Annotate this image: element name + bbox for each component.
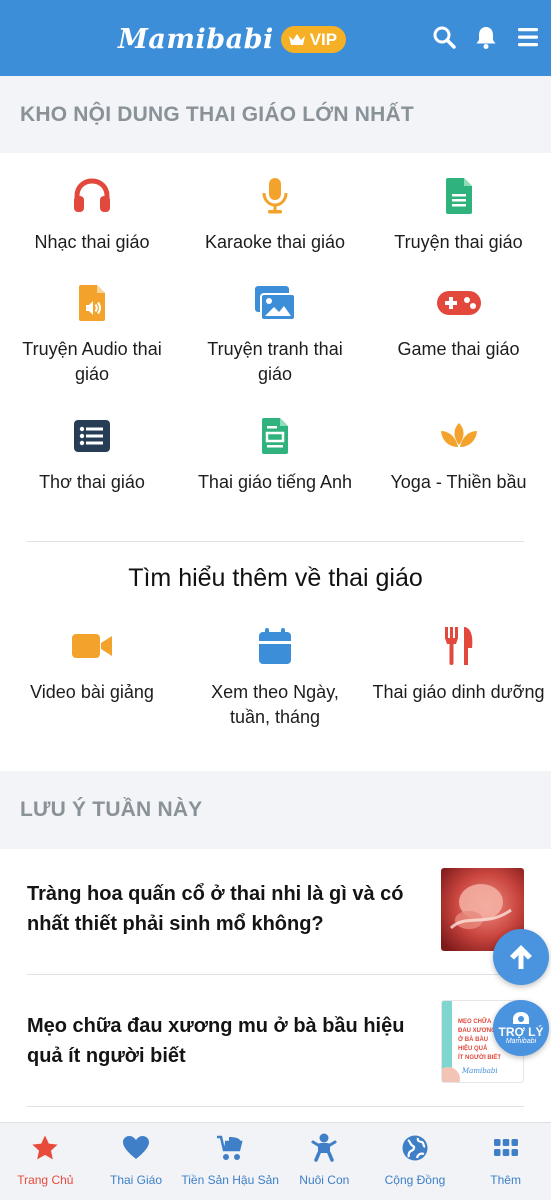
article-item[interactable]: Tràng hoa quấn cổ ở thai nhi là gì và có…: [27, 866, 524, 952]
learn-label: Thai giáo dinh dưỡng: [372, 682, 545, 702]
section-title: KHO NỘI DUNG THAI GIÁO LỚN NHẤT: [20, 102, 414, 126]
utensils-icon: [443, 626, 475, 666]
bell-icon[interactable]: [473, 22, 499, 52]
category-english[interactable]: Thai giáo tiếng Anh: [184, 416, 366, 523]
nav-label: Nuôi Con: [299, 1173, 350, 1187]
file-text-icon: [260, 416, 290, 456]
category-yoga[interactable]: Yoga - Thiền bầu: [366, 416, 551, 523]
learn-video-lectures[interactable]: Video bài giảng: [0, 626, 184, 736]
bottom-navigation: Trang Chủ Thai Giáo Tiền Sản Hậu Sản Nuô…: [0, 1122, 551, 1200]
star-icon: [31, 1133, 59, 1163]
microphone-icon: [261, 176, 289, 216]
list-icon: [73, 416, 111, 456]
thumb-text: ĐAU XƯƠNG: [458, 1028, 496, 1034]
category-poems[interactable]: Thơ thai giáo: [0, 416, 184, 523]
globe-icon: [401, 1133, 429, 1163]
category-label: Truyện thai giáo: [394, 232, 523, 252]
scroll-top-button[interactable]: [493, 929, 549, 985]
article-title: Mẹo chữa đau xương mu ở bà bầu hiệu quả …: [27, 1015, 405, 1067]
article-item[interactable]: Mẹo chữa đau xương mu ở bà bầu hiệu quả …: [27, 998, 524, 1084]
category-karaoke[interactable]: Karaoke thai giáo: [184, 176, 366, 283]
section-header-library: KHO NỘI DUNG THAI GIÁO LỚN NHẤT: [0, 76, 551, 153]
heart-icon: [122, 1133, 150, 1163]
crown-icon: [288, 33, 305, 45]
document-icon: [444, 176, 474, 216]
nav-parenting[interactable]: Nuôi Con: [279, 1123, 370, 1200]
assistant-icon: [513, 1011, 529, 1024]
logo[interactable]: Mamibabi VIP: [118, 24, 347, 55]
category-label: Game thai giáo: [397, 339, 520, 359]
learn-nutrition[interactable]: Thai giáo dinh dưỡng: [366, 626, 551, 736]
learn-more-grid: Video bài giảng Xem theo Ngày, tuần, thá…: [0, 626, 551, 736]
video-camera-icon: [71, 626, 113, 666]
nav-label: Thêm: [490, 1173, 521, 1187]
divider: [27, 1106, 524, 1107]
assistant-button[interactable]: TRỢ LÝ Mamibabi: [493, 1000, 549, 1056]
stroller-icon: [215, 1133, 245, 1163]
nav-community[interactable]: Cộng Đồng: [370, 1123, 461, 1200]
section-header-this-week: LƯU Ý TUẦN NÀY: [0, 771, 551, 849]
thumb-text: HIỆU QUẢ: [458, 1044, 488, 1052]
assistant-label: TRỢ LÝ: [498, 1024, 544, 1039]
gamepad-icon: [436, 283, 482, 323]
vip-label: VIP: [309, 29, 338, 49]
thumb-text: ÍT NGƯỜI BIẾT: [458, 1053, 501, 1061]
section-title: LƯU Ý TUẦN NÀY: [20, 798, 203, 821]
category-label: Karaoke thai giáo: [204, 232, 346, 252]
learn-more-title: Tìm hiểu thêm về thai giáo: [128, 564, 423, 592]
nav-label: Tiền Sản Hậu Sản: [181, 1173, 279, 1187]
nav-label: Trang Chủ: [17, 1173, 74, 1187]
thumb-text: MẸO CHỮA: [458, 1018, 492, 1025]
nav-pre-postnatal[interactable]: Tiền Sản Hậu Sản: [181, 1123, 279, 1200]
category-label: Yoga - Thiền bầu: [390, 472, 527, 492]
audio-file-icon: [77, 283, 107, 323]
divider: [27, 974, 524, 975]
baby-icon: [311, 1133, 337, 1163]
app-header: Mamibabi VIP: [0, 0, 551, 76]
menu-icon[interactable]: [515, 22, 541, 52]
learn-calendar[interactable]: Xem theo Ngày, tuần, tháng: [184, 626, 366, 736]
vip-badge[interactable]: VIP: [280, 26, 347, 53]
category-games[interactable]: Game thai giáo: [366, 283, 551, 416]
header-actions: [431, 22, 541, 52]
article-title: Tràng hoa quấn cổ ở thai nhi là gì và có…: [27, 883, 404, 935]
nav-prenatal[interactable]: Thai Giáo: [91, 1123, 182, 1200]
content-grid: Nhạc thai giáo Karaoke thai giáo Truyện …: [0, 176, 551, 523]
learn-label: Xem theo Ngày, tuần, tháng: [211, 682, 339, 727]
category-stories[interactable]: Truyện thai giáo: [366, 176, 551, 283]
grid-icon: [493, 1133, 519, 1163]
category-label: Thơ thai giáo: [39, 472, 145, 492]
calendar-icon: [258, 626, 292, 666]
thumb-brand: Mamibabi: [461, 1067, 498, 1075]
nav-label: Thai Giáo: [109, 1173, 163, 1187]
thumb-text: Ở BÀ BẦU: [458, 1036, 488, 1043]
lotus-icon: [437, 416, 481, 456]
category-comics[interactable]: Truyện tranh thai giáo: [184, 283, 366, 416]
arrow-up-icon: [510, 945, 532, 969]
assistant-brand: Mamibabi: [505, 1037, 537, 1045]
nav-label: Cộng Đồng: [384, 1173, 446, 1187]
category-label: Truyện tranh thai giáo: [207, 339, 343, 384]
divider: [27, 541, 524, 542]
category-music[interactable]: Nhạc thai giáo: [0, 176, 184, 283]
search-icon[interactable]: [431, 22, 457, 52]
learn-label: Video bài giảng: [30, 682, 154, 702]
nav-home[interactable]: Trang Chủ: [0, 1123, 91, 1200]
headphones-icon: [72, 176, 112, 216]
category-label: Thai giáo tiếng Anh: [197, 472, 353, 492]
logo-text: Mamibabi: [118, 24, 274, 55]
category-label: Truyện Audio thai giáo: [22, 339, 162, 384]
category-label: Nhạc thai giáo: [34, 232, 150, 252]
nav-more[interactable]: Thêm: [460, 1123, 551, 1200]
images-icon: [254, 283, 296, 323]
category-audio-stories[interactable]: Truyện Audio thai giáo: [0, 283, 184, 416]
